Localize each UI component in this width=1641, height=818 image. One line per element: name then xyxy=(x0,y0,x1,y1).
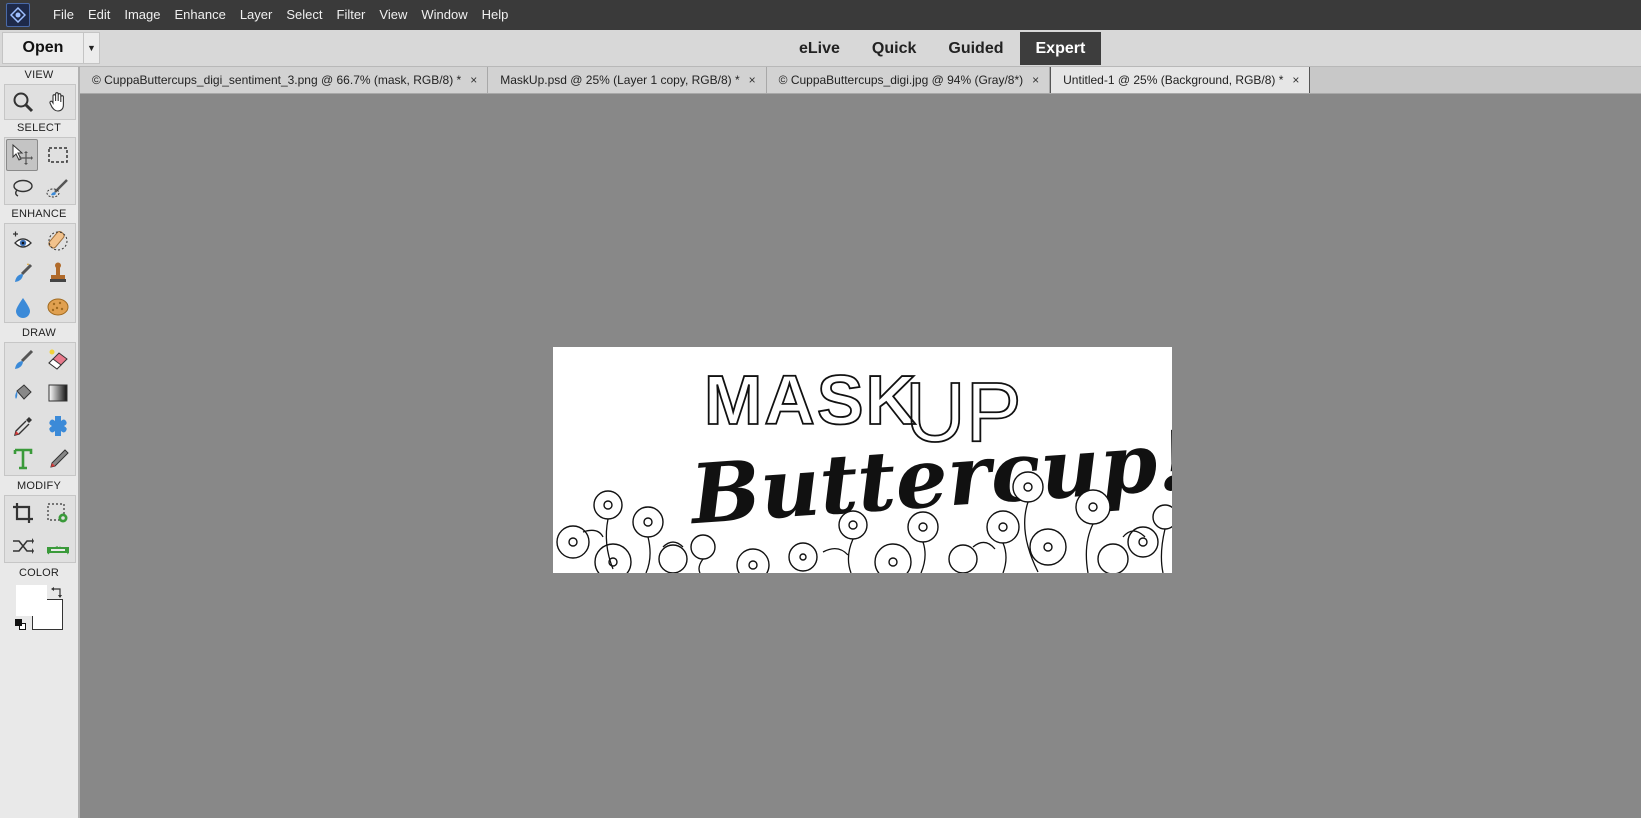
tab-quick[interactable]: Quick xyxy=(856,32,932,65)
section-label-draw: DRAW xyxy=(22,327,56,339)
tool-group-draw xyxy=(4,342,76,476)
tab-elive[interactable]: eLive xyxy=(783,32,856,65)
close-icon[interactable]: × xyxy=(749,67,756,93)
menu-image[interactable]: Image xyxy=(117,0,167,30)
custom-shape-tool-icon[interactable] xyxy=(42,410,74,442)
color-swatches xyxy=(14,585,66,633)
clone-stamp-tool-icon[interactable] xyxy=(42,258,74,290)
straighten-tool-icon[interactable] xyxy=(42,530,74,562)
sponge-tool-icon[interactable] xyxy=(42,291,74,323)
hand-tool-icon[interactable] xyxy=(42,86,74,118)
pencil-tool-icon[interactable] xyxy=(42,443,74,475)
section-label-select: SELECT xyxy=(17,122,61,134)
mode-bar: Open ▼ eLive Quick Guided Expert xyxy=(0,30,1641,67)
document-tab-label: MaskUp.psd @ 25% (Layer 1 copy, RGB/8) * xyxy=(500,73,740,87)
document-tab-label: © CuppaButtercups_digi_sentiment_3.png @… xyxy=(92,73,462,87)
menu-window[interactable]: Window xyxy=(414,0,474,30)
menu-layer[interactable]: Layer xyxy=(233,0,280,30)
default-colors-icon[interactable] xyxy=(15,619,27,631)
document-tab[interactable]: © CuppaButtercups_digi.jpg @ 94% (Gray/8… xyxy=(766,67,1051,93)
section-label-enhance: ENHANCE xyxy=(11,208,67,220)
document-tab[interactable]: MaskUp.psd @ 25% (Layer 1 copy, RGB/8) *… xyxy=(488,67,767,93)
photoshop-elements-logo-icon[interactable] xyxy=(0,0,36,30)
tool-panel: VIEW SELECT ENHANCE DRAW MODIFY COLOR xyxy=(0,67,80,818)
lasso-tool-icon[interactable] xyxy=(7,172,39,204)
marquee-tool-icon[interactable] xyxy=(42,139,74,171)
move-tool-icon[interactable] xyxy=(6,139,38,171)
menu-bar: File Edit Image Enhance Layer Select Fil… xyxy=(0,0,1641,30)
menu-items: File Edit Image Enhance Layer Select Fil… xyxy=(46,0,515,30)
brush-tool-icon[interactable] xyxy=(7,344,39,376)
eraser-tool-icon[interactable] xyxy=(42,344,74,376)
mode-tabs: eLive Quick Guided Expert xyxy=(783,32,1102,65)
document-tabs: © CuppaButtercups_digi_sentiment_3.png @… xyxy=(80,67,1641,94)
tab-guided[interactable]: Guided xyxy=(932,32,1019,65)
smart-brush-tool-icon[interactable] xyxy=(7,258,39,290)
workspace[interactable]: MASK UP Buttercup! xyxy=(80,94,1641,818)
crop-tool-icon[interactable] xyxy=(7,497,39,529)
menu-file[interactable]: File xyxy=(46,0,81,30)
close-icon[interactable]: × xyxy=(1032,67,1039,93)
menu-help[interactable]: Help xyxy=(475,0,516,30)
recompose-tool-icon[interactable] xyxy=(42,497,74,529)
tool-group-modify xyxy=(4,495,76,563)
document-canvas[interactable]: MASK UP Buttercup! xyxy=(553,347,1172,573)
content-aware-move-tool-icon[interactable] xyxy=(7,530,39,562)
close-icon[interactable]: × xyxy=(1292,67,1299,93)
artwork-text-mask: MASK xyxy=(704,361,918,439)
spot-healing-tool-icon[interactable] xyxy=(42,225,74,257)
tool-group-view xyxy=(4,84,76,120)
document-tab-active[interactable]: Untitled-1 @ 25% (Background, RGB/8) * × xyxy=(1050,67,1311,93)
paint-bucket-tool-icon[interactable] xyxy=(7,377,39,409)
menu-select[interactable]: Select xyxy=(279,0,329,30)
type-tool-icon[interactable] xyxy=(7,443,39,475)
red-eye-tool-icon[interactable] xyxy=(7,225,39,257)
section-label-modify: MODIFY xyxy=(17,480,61,492)
menu-enhance[interactable]: Enhance xyxy=(168,0,233,30)
menu-view[interactable]: View xyxy=(372,0,414,30)
close-icon[interactable]: × xyxy=(470,67,477,93)
document-tab[interactable]: © CuppaButtercups_digi_sentiment_3.png @… xyxy=(80,67,489,93)
tab-expert[interactable]: Expert xyxy=(1019,32,1102,65)
tool-group-select xyxy=(4,137,76,205)
section-label-view: VIEW xyxy=(24,69,54,81)
document-tab-label: © CuppaButtercups_digi.jpg @ 94% (Gray/8… xyxy=(778,73,1024,87)
blur-tool-icon[interactable] xyxy=(7,291,39,323)
tool-group-enhance xyxy=(4,223,76,323)
eyedropper-tool-icon[interactable] xyxy=(7,410,39,442)
menu-filter[interactable]: Filter xyxy=(330,0,373,30)
chevron-down-icon[interactable]: ▼ xyxy=(84,32,100,64)
open-button[interactable]: Open xyxy=(2,32,84,64)
document-tab-label: Untitled-1 @ 25% (Background, RGB/8) * xyxy=(1063,73,1284,87)
artwork: MASK UP Buttercup! xyxy=(556,360,1172,573)
zoom-tool-icon[interactable] xyxy=(7,86,39,118)
section-label-color: COLOR xyxy=(18,567,60,579)
menu-edit[interactable]: Edit xyxy=(81,0,117,30)
gradient-tool-icon[interactable] xyxy=(42,377,74,409)
quick-selection-tool-icon[interactable] xyxy=(42,172,74,204)
foreground-color-swatch[interactable] xyxy=(16,585,47,616)
swap-colors-icon[interactable] xyxy=(51,585,63,598)
